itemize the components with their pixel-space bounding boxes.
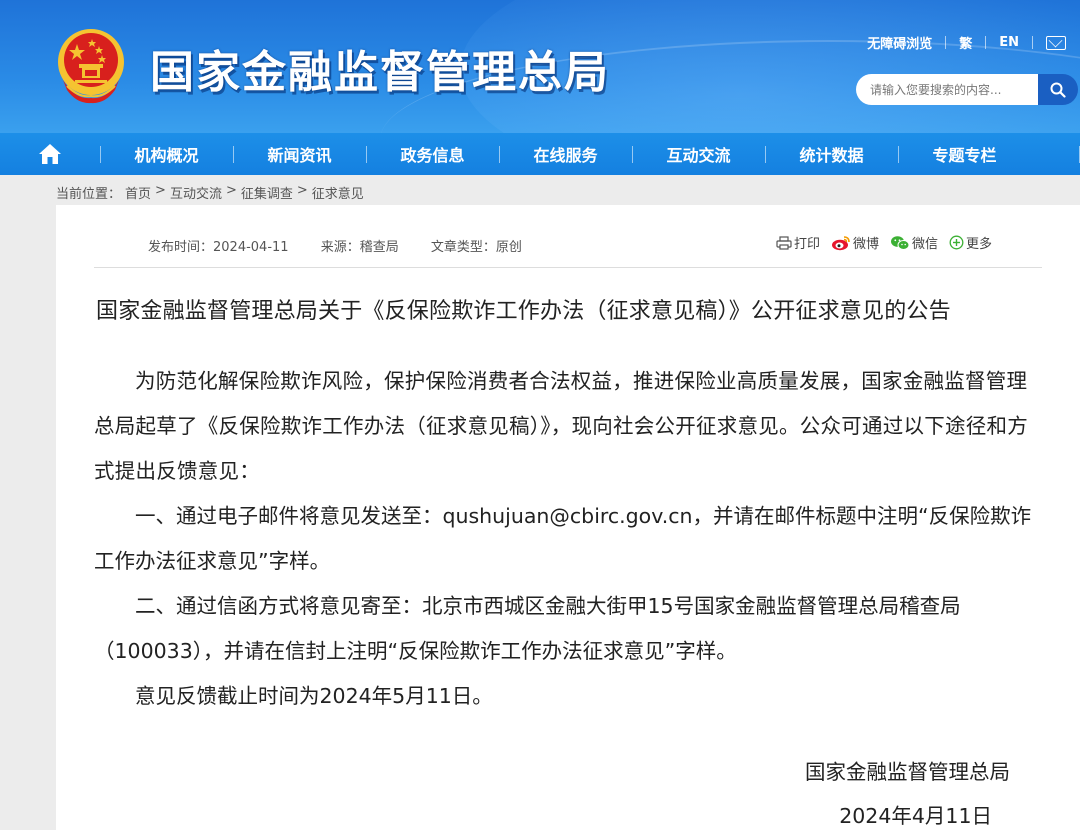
national-emblem-icon[interactable] xyxy=(55,24,127,104)
nav-item-online-services[interactable]: 在线服务 xyxy=(499,133,632,175)
nav-item-government-info[interactable]: 政务信息 xyxy=(366,133,499,175)
english-link[interactable]: EN xyxy=(999,35,1019,50)
wechat-label: 微信 xyxy=(912,237,939,252)
main-nav: 机构概况 新闻资讯 政务信息 在线服务 互动交流 统计数据 专题专栏 xyxy=(0,133,1080,175)
nav-home[interactable] xyxy=(0,133,100,175)
site-title[interactable]: 国家金融监督管理总局 xyxy=(150,36,610,100)
separator xyxy=(985,36,987,49)
share-bar: 打印 微博 微信 更多 xyxy=(776,233,1003,252)
publish-time: 发布时间：2024-04-11 xyxy=(148,240,289,255)
breadcrumb-home[interactable]: 首页 xyxy=(125,183,151,202)
separator xyxy=(945,36,947,49)
traditional-chinese-link[interactable]: 繁 xyxy=(959,33,972,52)
article-meta: 发布时间：2024-04-11 来源：稽查局 文章类型：原创 xyxy=(148,236,550,255)
weibo-share-button[interactable]: 微博 xyxy=(831,233,879,252)
article-paragraph: 一、通过电子邮件将意见发送至：qushujuan@cbirc.gov.cn，并请… xyxy=(94,504,1032,573)
weibo-icon xyxy=(832,235,850,250)
separator xyxy=(1032,36,1033,49)
top-links: 无障碍浏览 繁 EN xyxy=(867,33,1066,52)
article-body: 为防范化解保险欺诈风险，保护保险消费者合法权益，推进保险业高质量发展，国家金融监… xyxy=(94,359,1044,719)
breadcrumb-survey[interactable]: 征集调查 xyxy=(241,183,293,202)
accessibility-link[interactable]: 无障碍浏览 xyxy=(867,33,932,52)
meta-divider xyxy=(94,267,1042,268)
breadcrumb-separator: > xyxy=(155,183,166,198)
mail-icon[interactable] xyxy=(1046,35,1066,50)
print-button[interactable]: 打印 xyxy=(776,233,820,252)
article-paragraph: 意见反馈截止时间为2024年5月11日。 xyxy=(135,684,493,708)
article-type: 文章类型：原创 xyxy=(430,240,522,255)
breadcrumb-consultation[interactable]: 征求意见 xyxy=(312,183,364,202)
search-box xyxy=(856,74,1078,105)
weibo-label: 微博 xyxy=(853,237,880,252)
more-share-button[interactable]: 更多 xyxy=(949,233,992,252)
breadcrumb-prefix: 当前位置： xyxy=(56,187,122,202)
article-paragraph: 二、通过信函方式将意见寄至：北京市西城区金融大街甲15号国家金融监督管理总局稽查… xyxy=(94,594,961,663)
signature-org: 国家金融监督管理总局 xyxy=(805,760,1010,784)
wechat-icon xyxy=(891,235,910,250)
plus-circle-icon xyxy=(949,235,964,250)
breadcrumb-interaction[interactable]: 互动交流 xyxy=(170,183,222,202)
breadcrumb: 当前位置： 首页 > 互动交流 > 征集调查 > 征求意见 xyxy=(56,183,364,202)
site-header: 国家金融监督管理总局 无障碍浏览 繁 EN xyxy=(0,0,1080,133)
signature-date: 2024年4月11日 xyxy=(839,804,992,828)
breadcrumb-separator: > xyxy=(225,183,237,198)
wechat-share-button[interactable]: 微信 xyxy=(890,233,938,252)
nav-item-special-topics[interactable]: 专题专栏 xyxy=(898,133,1031,175)
print-label: 打印 xyxy=(794,237,821,252)
nav-item-news[interactable]: 新闻资讯 xyxy=(233,133,366,175)
printer-icon xyxy=(776,235,792,250)
search-icon xyxy=(1050,82,1066,98)
nav-item-interaction[interactable]: 互动交流 xyxy=(632,133,765,175)
article-paragraph: 为防范化解保险欺诈风险，保护保险消费者合法权益，推进保险业高质量发展，国家金融监… xyxy=(94,369,1028,483)
article-source: 来源：稽查局 xyxy=(320,240,399,255)
home-icon xyxy=(39,144,61,164)
nav-item-about[interactable]: 机构概况 xyxy=(100,133,233,175)
nav-item-statistics[interactable]: 统计数据 xyxy=(765,133,898,175)
article-panel: 发布时间：2024-04-11 来源：稽查局 文章类型：原创 打印 微博 微信 … xyxy=(56,205,1080,830)
breadcrumb-separator: > xyxy=(296,183,308,198)
search-input[interactable] xyxy=(856,74,1038,105)
search-button[interactable] xyxy=(1038,74,1078,105)
article-title: 国家金融监督管理总局关于《反保险欺诈工作办法（征求意见稿）》公开征求意见的公告 xyxy=(96,299,951,324)
more-label: 更多 xyxy=(966,237,993,252)
